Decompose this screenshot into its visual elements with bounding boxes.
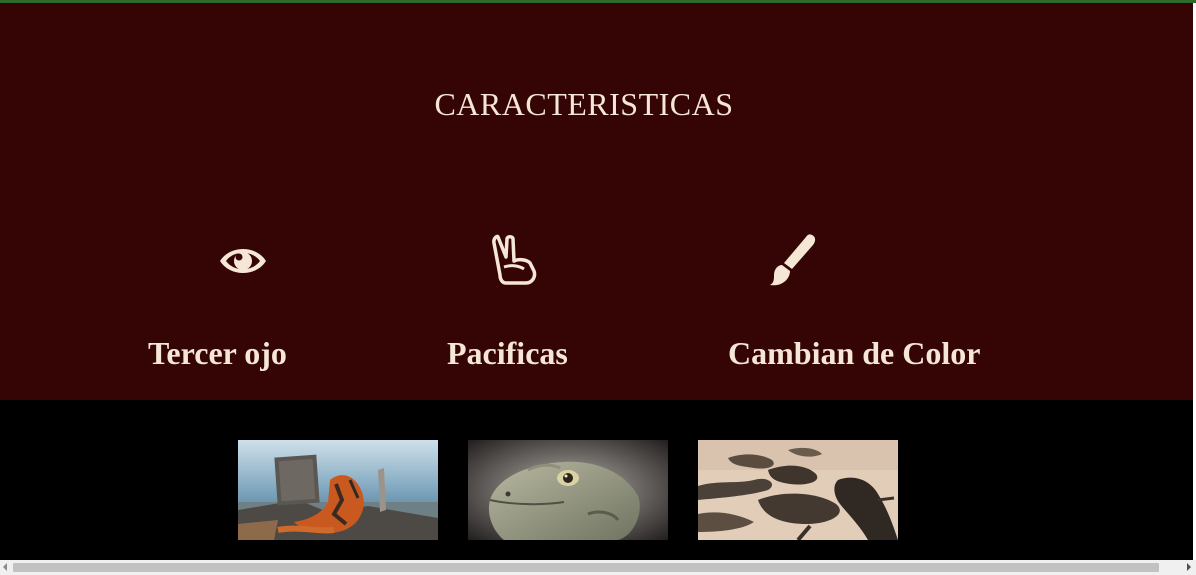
feature-label-pacificas: Pacificas	[447, 335, 568, 371]
scrollbar-thumb[interactable]	[13, 563, 1159, 572]
peace-hand-icon	[492, 234, 537, 285]
scroll-right-arrow-icon[interactable]	[1187, 563, 1191, 571]
section-title: CARACTERISTICAS	[434, 86, 734, 122]
scroll-left-arrow-icon[interactable]	[3, 563, 7, 571]
feature-label-cambian-de-color: Cambian de Color	[728, 335, 981, 371]
feature-tercer-ojo	[218, 233, 268, 289]
gallery-photo-iguana-water	[238, 440, 438, 540]
paint-brush-icon	[770, 234, 816, 286]
horizontal-scrollbar[interactable]	[0, 560, 1196, 575]
features-section: CARACTERISTICAS Tercer ojo Pacificas Cam…	[0, 3, 1193, 400]
feature-pacificas	[490, 233, 538, 289]
gallery-photo-iguanas-sand	[698, 440, 898, 540]
feature-label-tercer-ojo: Tercer ojo	[148, 335, 287, 371]
eye-icon	[220, 249, 266, 273]
photo-gallery	[0, 400, 1193, 560]
gallery-photo-iguana-head	[468, 440, 668, 540]
feature-cambian-de-color	[766, 233, 818, 289]
